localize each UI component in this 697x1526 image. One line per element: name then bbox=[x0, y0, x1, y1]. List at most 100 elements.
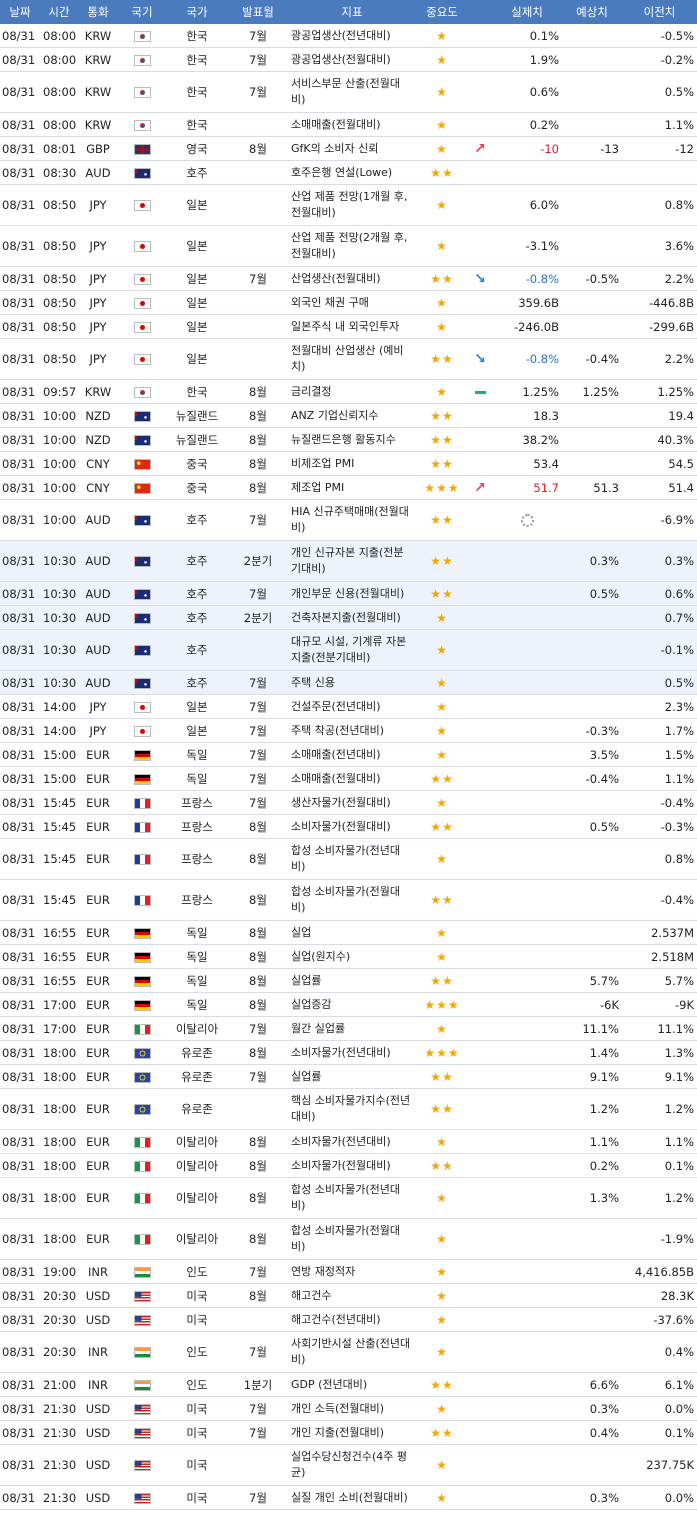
indicator-cell[interactable]: 소비자물가(전년대비) bbox=[288, 1040, 416, 1065]
table-row[interactable]: 08/31 18:00 EUR 이탈리아 8월 소비자물가(전월대비) ★★ 0.2% 0.1% bbox=[0, 1153, 697, 1178]
table-row[interactable]: 08/31 08:50 JPY 일본 산업 제품 전망(2개월 후, 전월대비) ★ -3.… bbox=[0, 225, 697, 267]
indicator-cell[interactable]: 산업 제품 전망(2개월 후, 전월대비) bbox=[288, 225, 416, 267]
indicator-cell[interactable]: 서비스부문 산출(전월대비) bbox=[288, 71, 416, 113]
indicator-cell[interactable]: 연방 재정적자 bbox=[288, 1259, 416, 1284]
header-currency[interactable]: 통화 bbox=[78, 0, 118, 24]
table-row[interactable]: 08/31 18:00 EUR 유로존 8월 소비자물가(전년대비) ★★★ 1.4% 1.3% bbox=[0, 1040, 697, 1065]
indicator-cell[interactable]: 소비자물가(전월대비) bbox=[288, 1153, 416, 1178]
table-row[interactable]: 08/31 20:30 USD 미국 해고건수(전년대비) ★ -37.6% bbox=[0, 1307, 697, 1332]
table-row[interactable]: 08/31 21:30 USD 미국 7월 실질 개인 소비(전월대비) ★ 0.3% 0.0% bbox=[0, 1485, 697, 1510]
table-row[interactable]: 08/31 10:00 AUD 호주 7월 HIA 신규주택매매(전월대비) ★★ -6.9% bbox=[0, 499, 697, 541]
indicator-cell[interactable]: 산업 제품 전망(1개월 후, 전월대비) bbox=[288, 184, 416, 226]
header-period[interactable]: 발표월 bbox=[228, 0, 288, 24]
indicator-cell[interactable]: 실질 개인 소비(전월대비) bbox=[288, 1485, 416, 1510]
indicator-cell[interactable]: ANZ 기업신뢰지수 bbox=[288, 403, 416, 428]
header-previous[interactable]: 이전치 bbox=[622, 0, 697, 24]
indicator-cell[interactable]: 개인 소득(전월대비) bbox=[288, 1396, 416, 1421]
indicator-cell[interactable]: 합성 소비자물가(전월대비) bbox=[288, 879, 416, 921]
table-row[interactable]: 08/31 08:00 KRW 한국 7월 광공업생산(전월대비) ★ 1.9% -0.2% bbox=[0, 47, 697, 72]
indicator-cell[interactable]: 광공업생산(전월대비) bbox=[288, 47, 416, 72]
indicator-cell[interactable]: 주택 신용 bbox=[288, 670, 416, 695]
table-row[interactable]: 08/31 14:00 JPY 일본 7월 건설주문(전년대비) ★ 2.3% bbox=[0, 694, 697, 719]
indicator-cell[interactable]: 소비자물가(전월대비) bbox=[288, 814, 416, 839]
indicator-cell[interactable]: 개인 지출(전월대비) bbox=[288, 1420, 416, 1445]
table-row[interactable]: 08/31 17:00 EUR 독일 8월 실업증감 ★★★ -6K -9K bbox=[0, 992, 697, 1017]
table-row[interactable]: 08/31 08:50 JPY 일본 산업 제품 전망(1개월 후, 전월대비) ★ 6.0… bbox=[0, 184, 697, 226]
table-row[interactable]: 08/31 08:00 KRW 한국 소매매출(전월대비) ★ 0.2% 1.1% bbox=[0, 112, 697, 137]
table-row[interactable]: 08/31 10:30 AUD 호주 7월 개인부문 신용(전월대비) ★★ 0.5% 0.6% bbox=[0, 581, 697, 606]
indicator-cell[interactable]: 전월대비 산업생산 (예비치) bbox=[288, 338, 416, 380]
header-flag[interactable]: 국기 bbox=[118, 0, 166, 24]
table-row[interactable]: 08/31 08:50 JPY 일본 전월대비 산업생산 (예비치) ★★ ↘ -0.8% -0… bbox=[0, 338, 697, 380]
table-row[interactable]: 08/31 10:00 CNY 중국 8월 비제조업 PMI ★★ 53.4 54.5 bbox=[0, 451, 697, 476]
indicator-cell[interactable]: 사회기반시설 산출(전년대비) bbox=[288, 1331, 416, 1373]
indicator-cell[interactable]: 합성 소비자물가(전년대비) bbox=[288, 838, 416, 880]
table-row[interactable]: 08/31 10:30 AUD 호주 2분기 건축자본지출(전월대비) ★ 0.7% bbox=[0, 605, 697, 630]
indicator-cell[interactable]: 합성 소비자물가(전월대비) bbox=[288, 1218, 416, 1260]
header-country[interactable]: 국가 bbox=[166, 0, 228, 24]
table-row[interactable]: 08/31 20:30 USD 미국 8월 해고건수 ★ 28.3K bbox=[0, 1283, 697, 1308]
indicator-cell[interactable]: 생산자물가(전월대비) bbox=[288, 790, 416, 815]
header-forecast[interactable]: 예상치 bbox=[562, 0, 622, 24]
table-row[interactable]: 08/31 20:30 INR 인도 7월 사회기반시설 산출(전년대비) ★ 0.4% bbox=[0, 1331, 697, 1373]
indicator-cell[interactable]: 해고건수(전년대비) bbox=[288, 1307, 416, 1332]
table-row[interactable]: 08/31 18:00 EUR 이탈리아 8월 합성 소비자물가(전월대비) ★ -1.9% bbox=[0, 1218, 697, 1260]
indicator-cell[interactable]: 건설주문(전년대비) bbox=[288, 694, 416, 719]
indicator-cell[interactable]: 합성 소비자물가(전년대비) bbox=[288, 1177, 416, 1219]
table-row[interactable]: 08/31 08:30 AUD 호주 호주은행 연설(Lowe) ★★ bbox=[0, 160, 697, 185]
header-indicator[interactable]: 지표 bbox=[288, 0, 416, 24]
indicator-cell[interactable]: 대규모 시설, 기계류 자본지출(전분기대비) bbox=[288, 629, 416, 671]
table-row[interactable]: 08/31 21:30 USD 미국 실업수당신청건수(4주 평균) ★ 237.75K bbox=[0, 1444, 697, 1486]
indicator-cell[interactable]: 소매매출(전년대비) bbox=[288, 742, 416, 767]
indicator-cell[interactable]: 주택 착공(전년대비) bbox=[288, 718, 416, 743]
table-row[interactable]: 08/31 08:01 GBP 영국 8월 GfK의 소비자 신뢰 ★ ↗ -10 -13 -12 bbox=[0, 136, 697, 161]
header-trend[interactable] bbox=[468, 0, 492, 24]
indicator-cell[interactable]: 실업률 bbox=[288, 968, 416, 993]
table-row[interactable]: 08/31 10:00 CNY 중국 8월 제조업 PMI ★★★ ↗ 51.7 51.3 51.4 bbox=[0, 475, 697, 500]
table-row[interactable]: 08/31 21:30 USD 미국 7월 개인 지출(전월대비) ★★ 0.4% 0.1% bbox=[0, 1420, 697, 1445]
table-row[interactable]: 08/31 09:57 KRW 한국 8월 금리결정 ★ 1.25% 1.25% 1.25% bbox=[0, 379, 697, 404]
indicator-cell[interactable]: 실업수당신청건수(4주 평균) bbox=[288, 1444, 416, 1486]
indicator-cell[interactable]: 일본주식 내 외국인투자 bbox=[288, 314, 416, 339]
indicator-cell[interactable]: 해고건수 bbox=[288, 1283, 416, 1308]
table-row[interactable]: 08/31 18:00 EUR 유로존 7월 실업률 ★★ 9.1% 9.1% bbox=[0, 1064, 697, 1089]
table-row[interactable]: 08/31 08:00 KRW 한국 7월 서비스부문 산출(전월대비) ★ 0.6% 0.5% bbox=[0, 71, 697, 113]
table-row[interactable]: 08/31 08:50 JPY 일본 외국인 채권 구매 ★ 359.6B -446.8B bbox=[0, 290, 697, 315]
indicator-cell[interactable]: 산업생산(전월대비) bbox=[288, 266, 416, 291]
table-row[interactable]: 08/31 16:55 EUR 독일 8월 실업(원지수) ★ 2.518M bbox=[0, 944, 697, 969]
header-importance[interactable]: 중요도 bbox=[416, 0, 468, 24]
indicator-cell[interactable]: GfK의 소비자 신뢰 bbox=[288, 136, 416, 161]
header-date[interactable]: 날짜 bbox=[0, 0, 40, 24]
table-row[interactable]: 08/31 21:00 INR 인도 1분기 GDP (전년대비) ★★ 6.6% 6.1% bbox=[0, 1372, 697, 1397]
indicator-cell[interactable]: 소비자물가(전년대비) bbox=[288, 1129, 416, 1154]
table-row[interactable]: 08/31 18:00 EUR 이탈리아 8월 합성 소비자물가(전년대비) ★ 1.3% 1.… bbox=[0, 1177, 697, 1219]
indicator-cell[interactable]: 소매매출(전월대비) bbox=[288, 766, 416, 791]
table-row[interactable]: 08/31 21:30 USD 미국 7월 개인 소득(전월대비) ★ 0.3% 0.0% bbox=[0, 1396, 697, 1421]
indicator-cell[interactable]: 금리결정 bbox=[288, 379, 416, 404]
indicator-cell[interactable]: 월간 실업률 bbox=[288, 1016, 416, 1041]
table-row[interactable]: 08/31 15:45 EUR 프랑스 7월 생산자물가(전월대비) ★ -0.4% bbox=[0, 790, 697, 815]
table-row[interactable]: 08/31 17:00 EUR 이탈리아 7월 월간 실업률 ★ 11.1% 11.1% bbox=[0, 1016, 697, 1041]
indicator-cell[interactable]: GDP (전년대비) bbox=[288, 1372, 416, 1397]
table-row[interactable]: 08/31 08:50 JPY 일본 7월 산업생산(전월대비) ★★ ↘ -0.8% -0.5%… bbox=[0, 266, 697, 291]
table-row[interactable]: 08/31 18:00 EUR 이탈리아 8월 소비자물가(전년대비) ★ 1.1% 1.1% bbox=[0, 1129, 697, 1154]
table-row[interactable]: 08/31 18:00 EUR 유로존 핵심 소비자물가지수(전년대비) ★★ 1.2% 1.… bbox=[0, 1088, 697, 1130]
table-row[interactable]: 08/31 14:00 JPY 일본 7월 주택 착공(전년대비) ★ -0.3% 1.7% bbox=[0, 718, 697, 743]
indicator-cell[interactable]: 소매매출(전월대비) bbox=[288, 112, 416, 137]
table-row[interactable]: 08/31 15:00 EUR 독일 7월 소매매출(전월대비) ★★ -0.4% 1.1% bbox=[0, 766, 697, 791]
indicator-cell[interactable]: 외국인 채권 구매 bbox=[288, 290, 416, 315]
table-row[interactable]: 08/31 19:00 INR 인도 7월 연방 재정적자 ★ 4,416.85B bbox=[0, 1259, 697, 1284]
indicator-cell[interactable]: 비제조업 PMI bbox=[288, 451, 416, 476]
header-time[interactable]: 시간 bbox=[40, 0, 78, 24]
table-row[interactable]: 08/31 15:45 EUR 프랑스 8월 합성 소비자물가(전월대비) ★★ -0.4% bbox=[0, 879, 697, 921]
indicator-cell[interactable]: 광공업생산(전년대비) bbox=[288, 24, 416, 48]
indicator-cell[interactable]: 개인부문 신용(전월대비) bbox=[288, 581, 416, 606]
table-row[interactable]: 08/31 15:45 EUR 프랑스 8월 소비자물가(전월대비) ★★ 0.5% -0.3% bbox=[0, 814, 697, 839]
table-row[interactable]: 08/31 15:00 EUR 독일 7월 소매매출(전년대비) ★ 3.5% 1.5% bbox=[0, 742, 697, 767]
table-row[interactable]: 08/31 15:45 EUR 프랑스 8월 합성 소비자물가(전년대비) ★ 0.8% bbox=[0, 838, 697, 880]
indicator-cell[interactable]: 실업 bbox=[288, 920, 416, 945]
indicator-cell[interactable]: 건축자본지출(전월대비) bbox=[288, 605, 416, 630]
indicator-cell[interactable]: 호주은행 연설(Lowe) bbox=[288, 160, 416, 185]
table-row[interactable]: 08/31 08:00 KRW 한국 7월 광공업생산(전년대비) ★ 0.1% -0.5% bbox=[0, 24, 697, 48]
indicator-cell[interactable]: 실업률 bbox=[288, 1064, 416, 1089]
